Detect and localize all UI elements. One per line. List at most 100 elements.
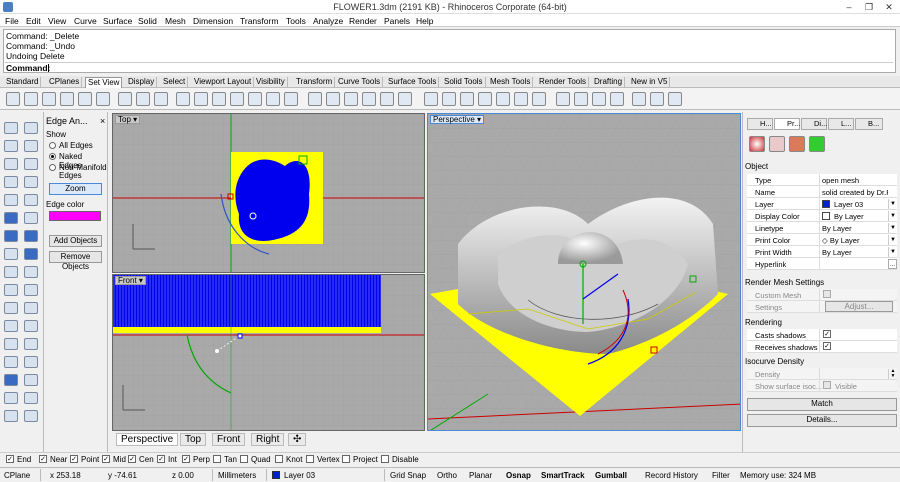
add-viewport-tab[interactable]: ✣	[288, 433, 307, 446]
restore-button[interactable]: ❐	[860, 1, 878, 13]
print-width-select[interactable]: By Layer	[822, 248, 888, 257]
osnap-perp-checkbox[interactable]: ✓	[182, 455, 190, 463]
viewport-tab-front[interactable]: Front	[212, 433, 246, 446]
gumball-toggle[interactable]: Gumball	[595, 471, 627, 480]
osnap-mid-checkbox[interactable]: ✓	[102, 455, 110, 463]
viewport-tab-right[interactable]: Right	[251, 433, 285, 446]
redo-view-icon[interactable]	[136, 92, 150, 106]
zoom-button[interactable]: Zoom	[49, 183, 102, 195]
menu-transform[interactable]: Transform	[240, 16, 278, 26]
menu-curve[interactable]: Curve	[74, 16, 97, 26]
tab-drafting[interactable]: Drafting	[592, 77, 626, 88]
details-button[interactable]: Details...	[747, 414, 897, 427]
menu-file[interactable]: File	[5, 16, 19, 26]
tab-solid-tools[interactable]: Solid Tools	[442, 77, 486, 88]
decal-icon[interactable]	[789, 136, 805, 152]
split-icon[interactable]	[24, 320, 38, 332]
command-prompt[interactable]: Command:	[5, 62, 893, 73]
plan-view-icon[interactable]	[344, 92, 358, 106]
scale-icon[interactable]	[24, 302, 38, 314]
tab-blocks[interactable]: B...	[855, 118, 883, 130]
tab-properties[interactable]: Pr...	[774, 118, 800, 130]
edge-color-swatch[interactable]	[49, 211, 101, 221]
bottom-view-icon[interactable]	[266, 92, 280, 106]
osnap-disable-checkbox[interactable]	[381, 455, 389, 463]
perspective-view-icon[interactable]	[284, 92, 298, 106]
named-position-icon[interactable]	[574, 92, 588, 106]
osnap-quad-checkbox[interactable]	[240, 455, 248, 463]
viewport-properties-icon[interactable]	[362, 92, 376, 106]
clipping-plane-icon[interactable]	[556, 92, 570, 106]
rotate-icon[interactable]	[4, 302, 18, 314]
tab-display[interactable]: Display	[126, 77, 158, 88]
zoom-extents-icon[interactable]	[78, 92, 92, 106]
undo-view-icon[interactable]	[118, 92, 132, 106]
add-objects-button[interactable]: Add Objects	[49, 235, 102, 247]
chevron-down-icon[interactable]: ▼	[888, 211, 897, 221]
tab-cplanes[interactable]: CPlanes	[47, 77, 83, 88]
camera-icon[interactable]	[308, 92, 322, 106]
linetype-select[interactable]: By Layer	[822, 224, 888, 233]
osnap-int-checkbox[interactable]: ✓	[157, 455, 165, 463]
ellipse-icon[interactable]	[4, 194, 18, 206]
prop-row-print-color[interactable]: Print Color ◇ By Layer ▼	[747, 234, 897, 246]
named-view-icon[interactable]	[326, 92, 340, 106]
curve-icon[interactable]	[24, 140, 38, 152]
chevron-down-icon[interactable]: ▼	[888, 235, 897, 245]
filter-toggle[interactable]: Filter	[712, 471, 730, 480]
grid-icon[interactable]	[4, 410, 18, 422]
tab-surface-tools[interactable]: Surface Tools	[386, 77, 440, 88]
tab-render-tools[interactable]: Render Tools	[537, 77, 589, 88]
extrude-icon[interactable]	[24, 230, 38, 242]
custom-mesh-checkbox[interactable]	[823, 290, 831, 298]
prop-row-hyperlink[interactable]: Hyperlink...	[747, 258, 897, 270]
menu-dimension[interactable]: Dimension	[193, 16, 233, 26]
adjust-button[interactable]: Adjust...	[825, 301, 893, 312]
osnap-cen-checkbox[interactable]: ✓	[128, 455, 136, 463]
tab-set-view[interactable]: Set View	[85, 77, 123, 88]
planar-toggle[interactable]: Planar	[469, 471, 492, 480]
texture-mapping-icon[interactable]	[809, 136, 825, 152]
material-icon[interactable]	[769, 136, 785, 152]
points-on-icon[interactable]	[24, 356, 38, 368]
menu-render[interactable]: Render	[349, 16, 377, 26]
pan-icon[interactable]	[6, 92, 20, 106]
menu-analyze[interactable]: Analyze	[313, 16, 343, 26]
rectangle-icon[interactable]	[4, 176, 18, 188]
tab-visibility[interactable]: Visibility	[254, 77, 288, 88]
menu-panels[interactable]: Panels	[384, 16, 410, 26]
fly-icon[interactable]	[610, 92, 624, 106]
all-edges-radio[interactable]	[49, 142, 56, 149]
prop-row-linetype[interactable]: Linetype By Layer ▼	[747, 222, 897, 234]
view-cplane-icon[interactable]	[514, 92, 528, 106]
tilt-icon[interactable]	[478, 92, 492, 106]
arc-icon[interactable]	[24, 158, 38, 170]
zoom-lens-icon[interactable]	[398, 92, 412, 106]
smarttrack-toggle[interactable]: SmartTrack	[541, 471, 585, 480]
hyperlink-browse-button[interactable]: ...	[888, 259, 897, 269]
tab-select[interactable]: Select	[161, 77, 189, 88]
osnap-tan-checkbox[interactable]	[213, 455, 221, 463]
mesh-icon[interactable]	[4, 248, 18, 260]
tab-curve-tools[interactable]: Curve Tools	[336, 77, 384, 88]
twist-icon[interactable]	[496, 92, 510, 106]
minimize-button[interactable]: –	[840, 1, 858, 13]
record-history-toggle[interactable]: Record History	[645, 471, 698, 480]
menu-surface[interactable]: Surface	[103, 16, 132, 26]
circle-icon[interactable]	[4, 158, 18, 170]
zoom-selected-icon[interactable]	[96, 92, 110, 106]
front-view-icon[interactable]	[194, 92, 208, 106]
tab-standard[interactable]: Standard	[4, 77, 42, 88]
move-icon[interactable]	[4, 284, 18, 296]
walkabout-icon[interactable]	[460, 92, 474, 106]
tab-layers[interactable]: L...	[828, 118, 854, 130]
text-icon[interactable]	[24, 410, 38, 422]
osnap-near-checkbox[interactable]: ✓	[39, 455, 47, 463]
prop-row-layer[interactable]: Layer Layer 03 ▼	[747, 198, 897, 210]
join-icon[interactable]	[4, 338, 18, 350]
loft-icon[interactable]	[24, 212, 38, 224]
tab-help[interactable]: H...	[747, 118, 773, 130]
explode-icon[interactable]	[24, 338, 38, 350]
menu-view[interactable]: View	[48, 16, 66, 26]
osnap-point-checkbox[interactable]: ✓	[70, 455, 78, 463]
